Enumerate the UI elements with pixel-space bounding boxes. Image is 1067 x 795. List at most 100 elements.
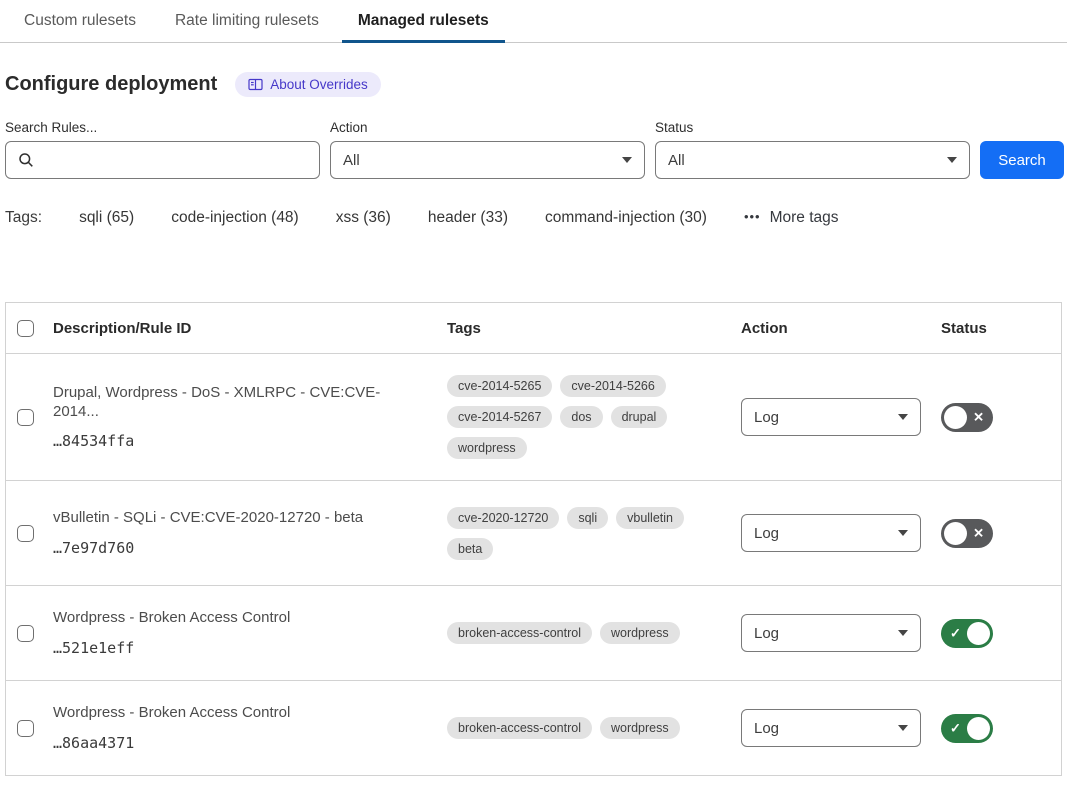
tags-bar-label: Tags: [5, 209, 42, 227]
tab-custom-rulesets[interactable]: Custom rulesets [24, 0, 136, 42]
action-field: Action All [330, 120, 645, 179]
tag-link-code-injection[interactable]: code-injection (48) [171, 209, 299, 227]
tab-rate-limiting-rulesets[interactable]: Rate limiting rulesets [175, 0, 319, 42]
row-checkbox[interactable] [17, 720, 34, 737]
more-tags-button[interactable]: ••• More tags [744, 209, 839, 227]
status-select-value: All [668, 152, 685, 169]
ellipsis-icon: ••• [744, 209, 761, 224]
action-label: Action [330, 120, 645, 135]
status-toggle[interactable]: ✕ [941, 519, 993, 548]
action-select[interactable]: All [330, 141, 645, 179]
search-input[interactable] [5, 141, 320, 179]
status-cell: ✓ [941, 714, 1061, 743]
column-header-action: Action [741, 320, 941, 337]
table-row: Drupal, Wordpress - DoS - XMLRPC - CVE:C… [6, 354, 1061, 481]
heading-row: Configure deployment About Overrides [5, 72, 1067, 97]
tag-pill: beta [447, 538, 493, 560]
rule-tags: broken-access-controlwordpress [447, 622, 741, 644]
toggle-knob [967, 717, 990, 740]
rules-table: Description/Rule ID Tags Action Status D… [5, 302, 1062, 776]
rule-description: Wordpress - Broken Access Control [53, 704, 407, 723]
rule-description: Drupal, Wordpress - DoS - XMLRPC - CVE:C… [53, 384, 407, 422]
rule-description: Wordpress - Broken Access Control [53, 609, 407, 628]
about-overrides-badge[interactable]: About Overrides [235, 72, 381, 97]
toggle-state-icon: ✓ [950, 722, 961, 735]
description-cell: Drupal, Wordpress - DoS - XMLRPC - CVE:C… [53, 384, 447, 451]
row-checkbox[interactable] [17, 525, 34, 542]
row-action-select[interactable]: Log [741, 398, 921, 436]
tag-link-xss[interactable]: xss (36) [336, 209, 391, 227]
tag-pill: wordpress [600, 717, 680, 739]
rule-tags: broken-access-control wordpress [447, 717, 741, 739]
tag-link-command-injection[interactable]: command-injection (30) [545, 209, 707, 227]
row-checkbox[interactable] [17, 409, 34, 426]
chevron-down-icon [898, 414, 908, 420]
action-cell: Log [741, 614, 941, 652]
rule-description: vBulletin - SQLi - CVE:CVE-2020-12720 - … [53, 509, 407, 528]
column-header-tags: Tags [447, 320, 741, 337]
search-label: Search Rules... [5, 120, 320, 135]
row-action-select[interactable]: Log [741, 514, 921, 552]
toggle-state-icon: ✕ [973, 527, 984, 540]
chevron-down-icon [622, 157, 632, 163]
row-checkbox-cell [6, 720, 53, 737]
column-header-description: Description/Rule ID [53, 320, 447, 337]
action-cell: Log [741, 709, 941, 747]
table-row: vBulletin - SQLi - CVE:CVE-2020-12720 - … [6, 481, 1061, 586]
status-cell: ✕ [941, 519, 1061, 548]
row-action-value: Log [754, 409, 779, 426]
search-icon [18, 152, 34, 168]
rule-id: …86aa4371 [53, 734, 407, 752]
ruleset-tabs: Custom rulesets Rate limiting rulesets M… [0, 0, 1067, 43]
row-checkbox[interactable] [17, 625, 34, 642]
rule-id: …84534ffa [53, 432, 407, 450]
table-row: Wordpress - Broken Access Control …86aa4… [6, 681, 1061, 776]
rule-tags: cve-2014-5265cve-2014-5266cve-2014-5267d… [447, 375, 741, 459]
status-toggle[interactable]: ✕ [941, 403, 993, 432]
action-select-value: All [343, 152, 360, 169]
more-tags-label: More tags [770, 209, 839, 227]
tag-pill: cve-2014-5265 [447, 375, 552, 397]
chevron-down-icon [898, 725, 908, 731]
action-cell: Log [741, 398, 941, 436]
book-icon [248, 78, 263, 91]
tag-link-sqli[interactable]: sqli (65) [79, 209, 134, 227]
row-action-value: Log [754, 720, 779, 737]
tags-bar: Tags: sqli (65) code-injection (48) xss … [5, 209, 1067, 227]
toggle-state-icon: ✕ [973, 411, 984, 424]
chevron-down-icon [898, 630, 908, 636]
tag-pill: sqli [567, 507, 608, 529]
row-checkbox-cell [6, 625, 53, 642]
row-action-select[interactable]: Log [741, 709, 921, 747]
tag-pill: broken-access-control [447, 622, 592, 644]
tag-pill: vbulletin [616, 507, 684, 529]
select-all-checkbox[interactable] [17, 320, 34, 337]
tag-link-header[interactable]: header (33) [428, 209, 508, 227]
chevron-down-icon [898, 530, 908, 536]
row-checkbox-cell [6, 409, 53, 426]
description-cell: vBulletin - SQLi - CVE:CVE-2020-12720 - … [53, 509, 447, 557]
status-toggle[interactable]: ✓ [941, 714, 993, 743]
toggle-state-icon: ✓ [950, 627, 961, 640]
status-toggle[interactable]: ✓ [941, 619, 993, 648]
tag-pill: wordpress [447, 437, 527, 459]
row-action-value: Log [754, 525, 779, 542]
tab-managed-rulesets[interactable]: Managed rulesets [358, 0, 489, 42]
status-cell: ✕ [941, 403, 1061, 432]
status-cell: ✓ [941, 619, 1061, 648]
search-button[interactable]: Search [980, 141, 1064, 179]
page-title: Configure deployment [5, 73, 217, 96]
rule-id: …7e97d760 [53, 539, 407, 557]
rule-tags: cve-2020-12720sqlivbulletinbeta [447, 507, 741, 560]
table-row: Wordpress - Broken Access Control …521e1… [6, 586, 1061, 681]
tag-pill: cve-2014-5267 [447, 406, 552, 428]
tag-pill: cve-2014-5266 [560, 375, 665, 397]
header-checkbox-cell [6, 320, 53, 337]
row-action-select[interactable]: Log [741, 614, 921, 652]
toggle-knob [967, 622, 990, 645]
row-action-value: Log [754, 625, 779, 642]
status-select[interactable]: All [655, 141, 970, 179]
toggle-knob [944, 522, 967, 545]
row-checkbox-cell [6, 525, 53, 542]
tag-pill: broken-access-control [447, 717, 592, 739]
